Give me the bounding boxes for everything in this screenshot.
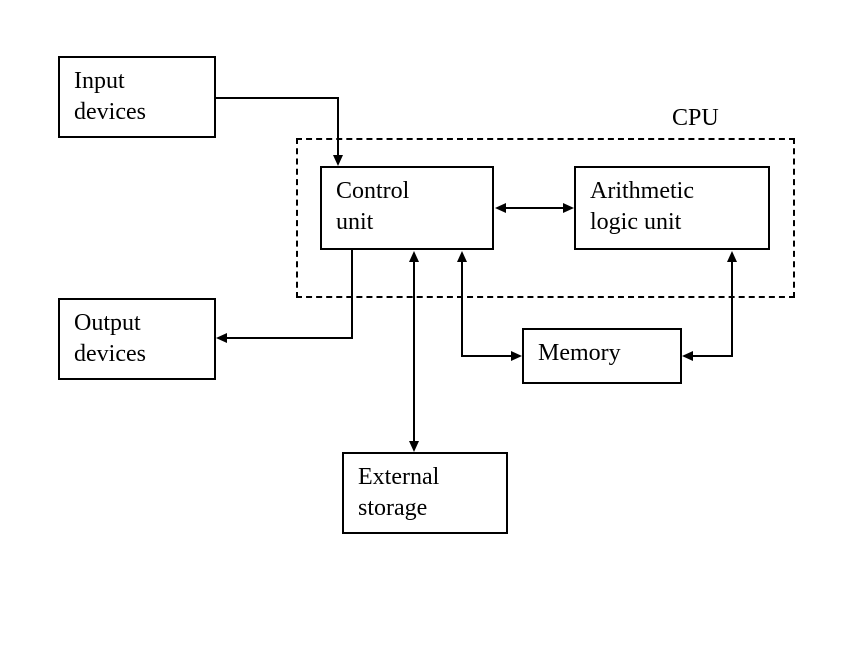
external-storage-label: External storage xyxy=(358,464,439,521)
alu-label: Arithmetic logic unit xyxy=(590,178,694,235)
input-devices-box: Input devices xyxy=(58,56,216,138)
output-devices-label: Output devices xyxy=(74,310,146,367)
external-storage-box: External storage xyxy=(342,452,508,534)
cpu-label: CPU xyxy=(672,105,719,132)
control-unit-label: Control unit xyxy=(336,178,409,235)
output-devices-box: Output devices xyxy=(58,298,216,380)
alu-box: Arithmetic logic unit xyxy=(574,166,770,250)
memory-box: Memory xyxy=(522,328,682,384)
memory-label: Memory xyxy=(538,340,621,366)
control-unit-box: Control unit xyxy=(320,166,494,250)
input-devices-label: Input devices xyxy=(74,68,146,125)
